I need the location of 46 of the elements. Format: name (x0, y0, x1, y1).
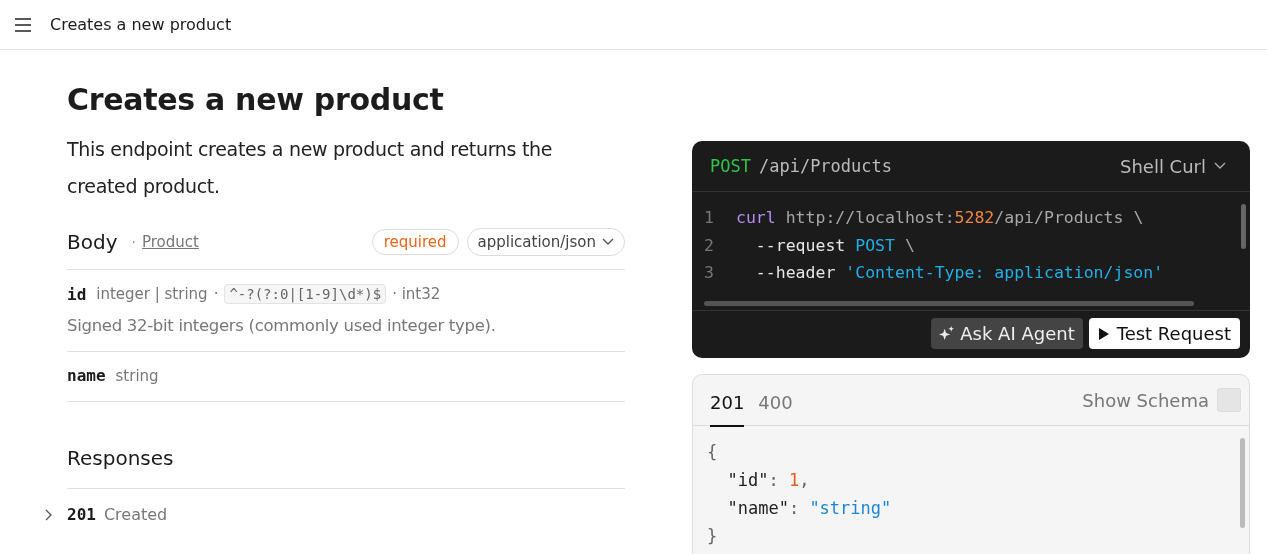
field-format: · int32 (392, 285, 441, 303)
response-code[interactable]: 201 (67, 505, 96, 524)
field-name: name (67, 366, 106, 385)
scrollbar[interactable] (1241, 204, 1246, 249)
line-number: 2 (703, 235, 715, 255)
json-line: } (707, 525, 719, 548)
separator-dot: · (213, 285, 219, 303)
field-description: Signed 32-bit integers (commonly used integer type). (67, 316, 497, 335)
chevron-down-icon (1214, 162, 1226, 170)
field-name: id (67, 284, 87, 304)
responses-heading: Responses (67, 446, 625, 489)
chevron-down-icon (602, 238, 614, 246)
show-schema-label: Show Schema (1082, 389, 1209, 411)
endpoint-path: /api/Products (758, 156, 892, 176)
play-icon (1097, 326, 1110, 341)
ask-ai-button[interactable]: Ask AI Agent (931, 318, 1083, 349)
schema-link[interactable]: Product (141, 233, 199, 251)
line-number: 1 (703, 208, 715, 228)
json-line: "name": "string" (726, 497, 893, 520)
code-line: curl http://localhost:5282/api/Products \ (736, 208, 1144, 228)
header-title: Creates a new product (50, 15, 232, 34)
code-line: --request POST \ (754, 235, 915, 255)
pattern-chip: ^-?(?:0|[1-9]\d*)$ (224, 284, 387, 304)
field-type: integer | string (96, 285, 208, 303)
field-type: string (115, 366, 159, 385)
content-type-dropdown[interactable]: application/json (466, 228, 625, 256)
status-tab[interactable]: 400 (758, 377, 793, 427)
http-method: POST (710, 156, 751, 176)
test-request-button[interactable]: Test Request (1088, 318, 1240, 349)
page-title: Creates a new product (67, 82, 445, 117)
page-description: This endpoint creates a new product and returns the created product. (67, 137, 554, 199)
separator-dot: · (131, 234, 136, 250)
response-text: Created (103, 505, 168, 524)
code-line: --header 'Content-Type: application/json' (754, 263, 1164, 283)
language-dropdown[interactable]: Shell Curl (1114, 154, 1232, 178)
line-number: 3 (703, 263, 715, 283)
chevron-right-icon[interactable] (45, 509, 53, 521)
json-line: "id": 1, (726, 469, 811, 492)
status-tab[interactable]: 201 (710, 377, 745, 427)
scrollbar[interactable] (704, 301, 1194, 306)
json-line: { (707, 441, 719, 464)
body-label: Body (67, 230, 118, 254)
scrollbar[interactable] (1240, 438, 1245, 528)
show-schema-checkbox[interactable] (1217, 388, 1241, 412)
menu-icon[interactable] (14, 17, 32, 32)
sparkle-icon (939, 326, 955, 341)
